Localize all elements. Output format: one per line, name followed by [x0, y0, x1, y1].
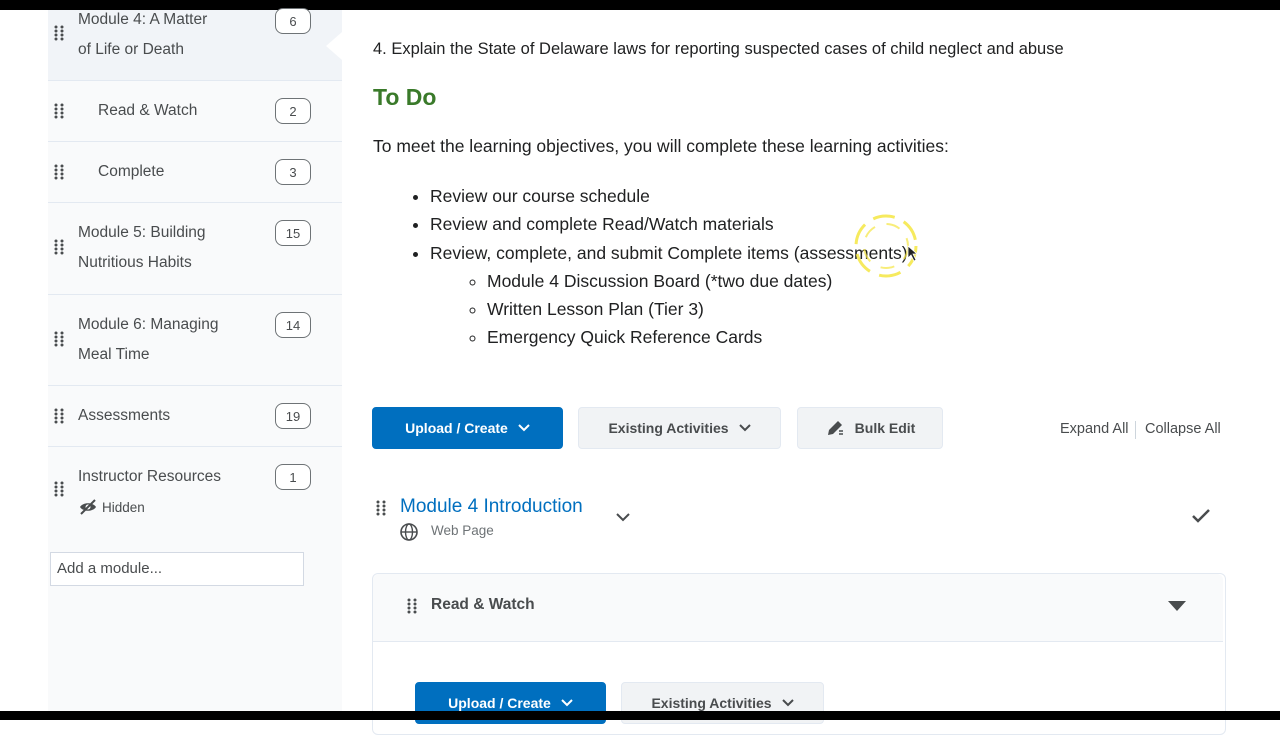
sidebar-module-complete[interactable]: Complete 3: [48, 142, 342, 203]
module-count-badge: 6: [275, 8, 311, 34]
list-item-text: Review, complete, and submit Complete it…: [430, 242, 908, 263]
globe-icon: [400, 523, 418, 541]
drag-handle-icon[interactable]: [376, 500, 386, 516]
upload-create-label: Upload / Create: [448, 695, 551, 711]
upload-create-label: Upload / Create: [405, 420, 508, 436]
sidebar-module-4[interactable]: Module 4: A Matter of Life or Death 6: [48, 8, 342, 81]
module-count-badge: 3: [275, 159, 311, 185]
existing-activities-button[interactable]: Existing Activities: [578, 407, 781, 449]
sidebar-module-5[interactable]: Module 5: Building Nutritious Habits 15: [48, 203, 342, 295]
active-pointer: [326, 32, 342, 60]
todo-intro: To meet the learning objectives, you wil…: [373, 136, 949, 156]
existing-activities-label: Existing Activities: [608, 420, 729, 436]
module-title: Read & Watch: [98, 102, 198, 119]
bulk-edit-button[interactable]: Bulk Edit: [797, 407, 943, 449]
module-count-badge: 2: [275, 98, 311, 124]
activities-list: Review our course schedule Review and co…: [373, 182, 908, 352]
module-title-line2: of Life or Death: [78, 41, 184, 58]
collapse-all-link[interactable]: Collapse All: [1145, 421, 1221, 437]
module-title-line2: Meal Time: [78, 346, 150, 363]
upload-create-button[interactable]: Upload / Create: [372, 407, 563, 449]
hidden-label: Hidden: [102, 499, 145, 515]
module-title-line2: Nutritious Habits: [78, 254, 192, 271]
bottom-black-bar: [0, 711, 1280, 720]
drag-handle-icon[interactable]: [407, 598, 417, 614]
sidebar-module-instructor-resources[interactable]: Instructor Resources 1 Hidden: [48, 447, 342, 534]
module-title-line1: Module 4: A Matter: [78, 11, 208, 28]
caret-down-icon[interactable]: [1167, 600, 1187, 612]
module-title: Complete: [98, 163, 165, 180]
module-sidebar: Module 4: A Matter of Life or Death 6 Re…: [48, 8, 342, 711]
pencil-icon: [827, 421, 843, 435]
existing-activities-label: Existing Activities: [651, 695, 772, 711]
sidebar-module-assessments[interactable]: Assessments 19: [48, 386, 342, 447]
todo-heading: To Do: [373, 84, 437, 110]
sidebar-module-6[interactable]: Module 6: Managing Meal Time 14: [48, 295, 342, 386]
hidden-status: Hidden: [78, 499, 145, 515]
module-title: Assessments: [78, 407, 171, 424]
list-item: Emergency Quick Reference Cards: [487, 323, 908, 351]
topic-title-link[interactable]: Module 4 Introduction: [400, 496, 583, 518]
list-item: Module 4 Discussion Board (*two due date…: [487, 267, 908, 295]
chevron-down-icon: [738, 424, 751, 432]
chevron-down-icon: [781, 699, 794, 707]
chevron-down-icon[interactable]: [616, 513, 630, 522]
drag-handle-icon[interactable]: [54, 164, 64, 180]
module-title-line1: Module 5: Building: [78, 224, 206, 241]
submodule-title: Read & Watch: [431, 596, 535, 613]
bulk-edit-label: Bulk Edit: [854, 420, 916, 436]
module-count-badge: 19: [275, 403, 311, 429]
list-item: Review our course schedule: [430, 182, 908, 210]
sub-activities-list: Module 4 Discussion Board (*two due date…: [430, 267, 908, 352]
chevron-down-icon: [561, 699, 573, 707]
checkmark-icon[interactable]: [1192, 509, 1210, 523]
module-count-badge: 14: [275, 312, 311, 338]
drag-handle-icon[interactable]: [54, 25, 64, 41]
drag-handle-icon[interactable]: [54, 103, 64, 119]
list-item: Review, complete, and submit Complete it…: [430, 239, 908, 352]
sidebar-module-read-watch[interactable]: Read & Watch 2: [48, 81, 342, 142]
divider: [1135, 421, 1136, 439]
drag-handle-icon[interactable]: [54, 408, 64, 424]
drag-handle-icon[interactable]: [54, 331, 64, 347]
module-title-line1: Module 6: Managing: [78, 316, 219, 333]
module-count-badge: 1: [275, 464, 311, 490]
add-module-input[interactable]: Add a module...: [50, 552, 304, 586]
list-item: Review and complete Read/Watch materials: [430, 210, 908, 238]
chevron-down-icon: [518, 424, 530, 432]
topic-type: Web Page: [431, 523, 494, 538]
mouse-cursor-icon: [907, 245, 919, 262]
list-item: Written Lesson Plan (Tier 3): [487, 295, 908, 323]
drag-handle-icon[interactable]: [54, 239, 64, 255]
module-count-badge: 15: [275, 220, 311, 246]
learning-objective-4: 4. Explain the State of Delaware laws fo…: [373, 40, 1064, 58]
eye-slash-icon: [80, 499, 96, 515]
submodule-header[interactable]: Read & Watch: [373, 574, 1223, 642]
expand-all-link[interactable]: Expand All: [1060, 421, 1129, 437]
drag-handle-icon[interactable]: [54, 481, 64, 497]
module-title: Instructor Resources: [78, 468, 221, 485]
